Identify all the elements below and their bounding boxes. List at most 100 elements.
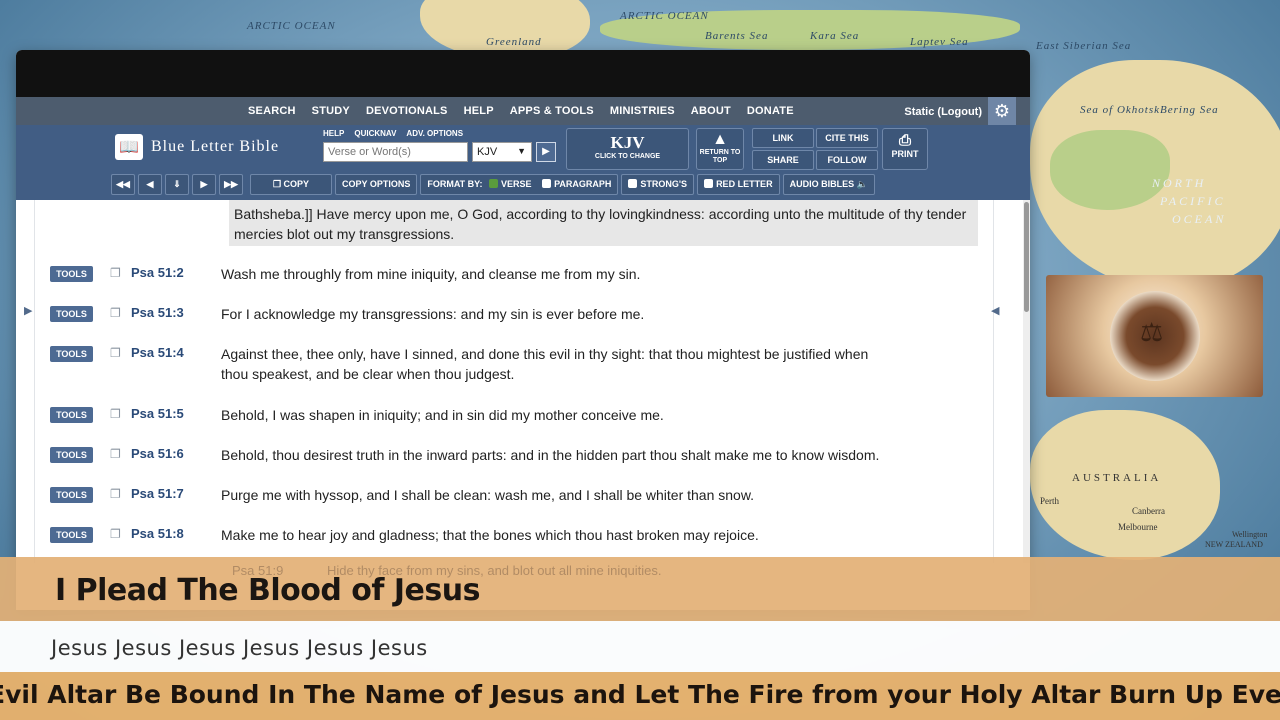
- map-label-ocean: OCEAN: [1172, 212, 1227, 226]
- map-label-arctic-2: ARCTIC OCEAN: [620, 10, 709, 22]
- search-sublinks: HELP QUICKNAV ADV. OPTIONS: [323, 129, 556, 138]
- strongs-checkbox[interactable]: [628, 179, 638, 188]
- return-to-top-button[interactable]: ▲ RETURN TO TOP: [696, 128, 744, 170]
- window-titlebar: [16, 50, 1030, 97]
- copy-icon[interactable]: ❐: [110, 487, 124, 505]
- map-label-perth: Perth: [1040, 496, 1059, 506]
- red-letter-toggle[interactable]: RED LETTER: [697, 174, 780, 195]
- print-label: PRINT: [891, 149, 919, 159]
- up-arrow-icon: ▲: [712, 131, 728, 148]
- map-label-pacific: PACIFIC: [1160, 194, 1226, 208]
- map-label-australia: AUSTRALIA: [1072, 472, 1162, 484]
- copy-icon[interactable]: ❐: [110, 306, 124, 324]
- tools-button[interactable]: TOOLS: [50, 527, 93, 543]
- search-help-link[interactable]: HELP: [323, 129, 344, 138]
- tools-button[interactable]: TOOLS: [50, 306, 93, 322]
- kjv-change-label: CLICK TO CHANGE: [594, 153, 661, 160]
- verse-reference[interactable]: Psa 51:2: [131, 265, 221, 284]
- map-label-north: NORTH: [1152, 176, 1207, 190]
- jump-down-button[interactable]: ⇓: [165, 174, 189, 195]
- tools-button[interactable]: TOOLS: [50, 266, 93, 282]
- verse-reference[interactable]: Psa 51:4: [131, 345, 221, 384]
- verse-text-highlighted: Bathsheba.]] Have mercy upon me, O God, …: [229, 200, 978, 246]
- search-area: HELP QUICKNAV ADV. OPTIONS Verse or Word…: [323, 129, 556, 162]
- audio-bibles-label: AUDIO BIBLES: [789, 179, 855, 189]
- verse-reference[interactable]: Psa 51:8: [131, 526, 221, 545]
- nav-about[interactable]: ABOUT: [683, 105, 739, 117]
- verse-row: TOOLS ❐ Psa 51:6 Behold, thou desirest t…: [50, 445, 950, 465]
- cite-this-button[interactable]: CITE THIS: [816, 128, 878, 148]
- tools-button[interactable]: TOOLS: [50, 407, 93, 423]
- verse-text: For I acknowledge my transgressions: and…: [221, 306, 645, 322]
- overlay-subtitle: Jesus Jesus Jesus Jesus Jesus Jesus: [51, 636, 428, 660]
- red-letter-checkbox[interactable]: [704, 179, 714, 188]
- verse-reference[interactable]: Psa 51:5: [131, 406, 221, 425]
- audio-bibles-button[interactable]: AUDIO BIBLES 🔈: [782, 174, 875, 195]
- copy-icon[interactable]: ❐: [110, 346, 124, 384]
- nav-donate[interactable]: DONATE: [739, 105, 802, 117]
- tools-button[interactable]: TOOLS: [50, 447, 93, 463]
- verse-reference[interactable]: Psa 51:3: [131, 305, 221, 324]
- paragraph-checkbox[interactable]: [542, 179, 552, 188]
- verse-row: TOOLS ❐ Psa 51:3 For I acknowledge my tr…: [50, 304, 950, 324]
- subtitle-band: Jesus Jesus Jesus Jesus Jesus Jesus: [0, 621, 1280, 672]
- vertical-scrollbar[interactable]: [1023, 200, 1030, 563]
- nav-apps-tools[interactable]: APPS & TOOLS: [502, 105, 602, 117]
- left-panel-tab[interactable]: ▶: [16, 200, 35, 563]
- nav-devotionals[interactable]: DEVOTIONALS: [358, 105, 456, 117]
- first-chapter-button[interactable]: ◀◀: [111, 174, 135, 195]
- print-button[interactable]: ⎙ PRINT: [882, 128, 928, 170]
- last-chapter-button[interactable]: ▶▶: [219, 174, 243, 195]
- copy-options-button[interactable]: COPY OPTIONS: [335, 174, 418, 195]
- map-label-laptev: Laptev Sea: [910, 36, 969, 48]
- verse-reference[interactable]: Psa 51:6: [131, 446, 221, 465]
- prev-chapter-button[interactable]: ◀: [138, 174, 162, 195]
- tools-button[interactable]: TOOLS: [50, 346, 93, 362]
- map-label-okhotsk: Sea of Okhotsk: [1080, 104, 1160, 116]
- copy-icon[interactable]: ❐: [110, 407, 124, 425]
- browser-window: SEARCH STUDY DEVOTIONALS HELP APPS & TOO…: [16, 50, 1030, 610]
- nav-ministries[interactable]: MINISTRIES: [602, 105, 683, 117]
- version-select[interactable]: KJV ▼: [472, 142, 532, 162]
- copy-label: COPY: [283, 179, 310, 189]
- blb-logo[interactable]: 📖 Blue Letter Bible: [115, 134, 279, 160]
- scrollbar-thumb[interactable]: [1024, 202, 1029, 312]
- paragraph-label: PARAGRAPH: [554, 179, 612, 189]
- map-label-melbourne: Melbourne: [1118, 522, 1158, 532]
- verse-row: TOOLS ❐ Psa 51:7 Purge me with hyssop, a…: [50, 485, 950, 505]
- copy-icon[interactable]: ❐: [110, 447, 124, 465]
- follow-button[interactable]: FOLLOW: [816, 150, 878, 170]
- blb-logo-text: Blue Letter Bible: [151, 138, 280, 155]
- verse-reference[interactable]: Psa 51:7: [131, 486, 221, 505]
- verse-row: TOOLS ❐ Psa 51:8 Make me to hear joy and…: [50, 525, 950, 545]
- search-input[interactable]: Verse or Word(s): [323, 142, 468, 162]
- copy-icon[interactable]: ❐: [110, 527, 124, 545]
- link-button[interactable]: LINK: [752, 128, 814, 148]
- nav-study[interactable]: STUDY: [304, 105, 358, 117]
- strongs-toggle[interactable]: STRONG'S: [621, 174, 695, 195]
- copy-icon: ❐: [272, 179, 284, 189]
- verse-label: VERSE: [501, 179, 532, 189]
- nav-search[interactable]: SEARCH: [240, 105, 304, 117]
- format-verse-toggle[interactable]: FORMAT BY: VERSE PARAGRAPH: [420, 174, 619, 195]
- copy-button[interactable]: ❐ COPY: [250, 174, 332, 195]
- verse-checkbox[interactable]: [489, 179, 499, 188]
- copy-icon[interactable]: ❐: [110, 266, 124, 284]
- overlay-title: I Plead The Blood of Jesus: [55, 573, 480, 608]
- video-thumbnail[interactable]: ⚖: [1046, 275, 1263, 397]
- quicknav-link[interactable]: QUICKNAV: [354, 129, 396, 138]
- share-button[interactable]: SHARE: [752, 150, 814, 170]
- adv-options-link[interactable]: ADV. OPTIONS: [406, 129, 463, 138]
- kjv-version-button[interactable]: KJV CLICK TO CHANGE: [566, 128, 689, 170]
- map-label-east-siberian: East Siberian Sea: [1036, 40, 1132, 52]
- tools-button[interactable]: TOOLS: [50, 487, 93, 503]
- next-chapter-button[interactable]: ▶: [192, 174, 216, 195]
- verse-text: Purge me with hyssop, and I shall be cle…: [221, 487, 755, 503]
- red-letter-label: RED LETTER: [716, 179, 773, 189]
- search-go-button[interactable]: ▶: [536, 142, 556, 162]
- user-logout-link[interactable]: Static (Logout): [904, 106, 982, 118]
- gear-icon[interactable]: ⚙: [988, 97, 1016, 125]
- format-by-label: FORMAT BY:: [427, 179, 483, 189]
- nav-help[interactable]: HELP: [456, 105, 502, 117]
- chevron-left-icon: ◀: [991, 305, 1000, 317]
